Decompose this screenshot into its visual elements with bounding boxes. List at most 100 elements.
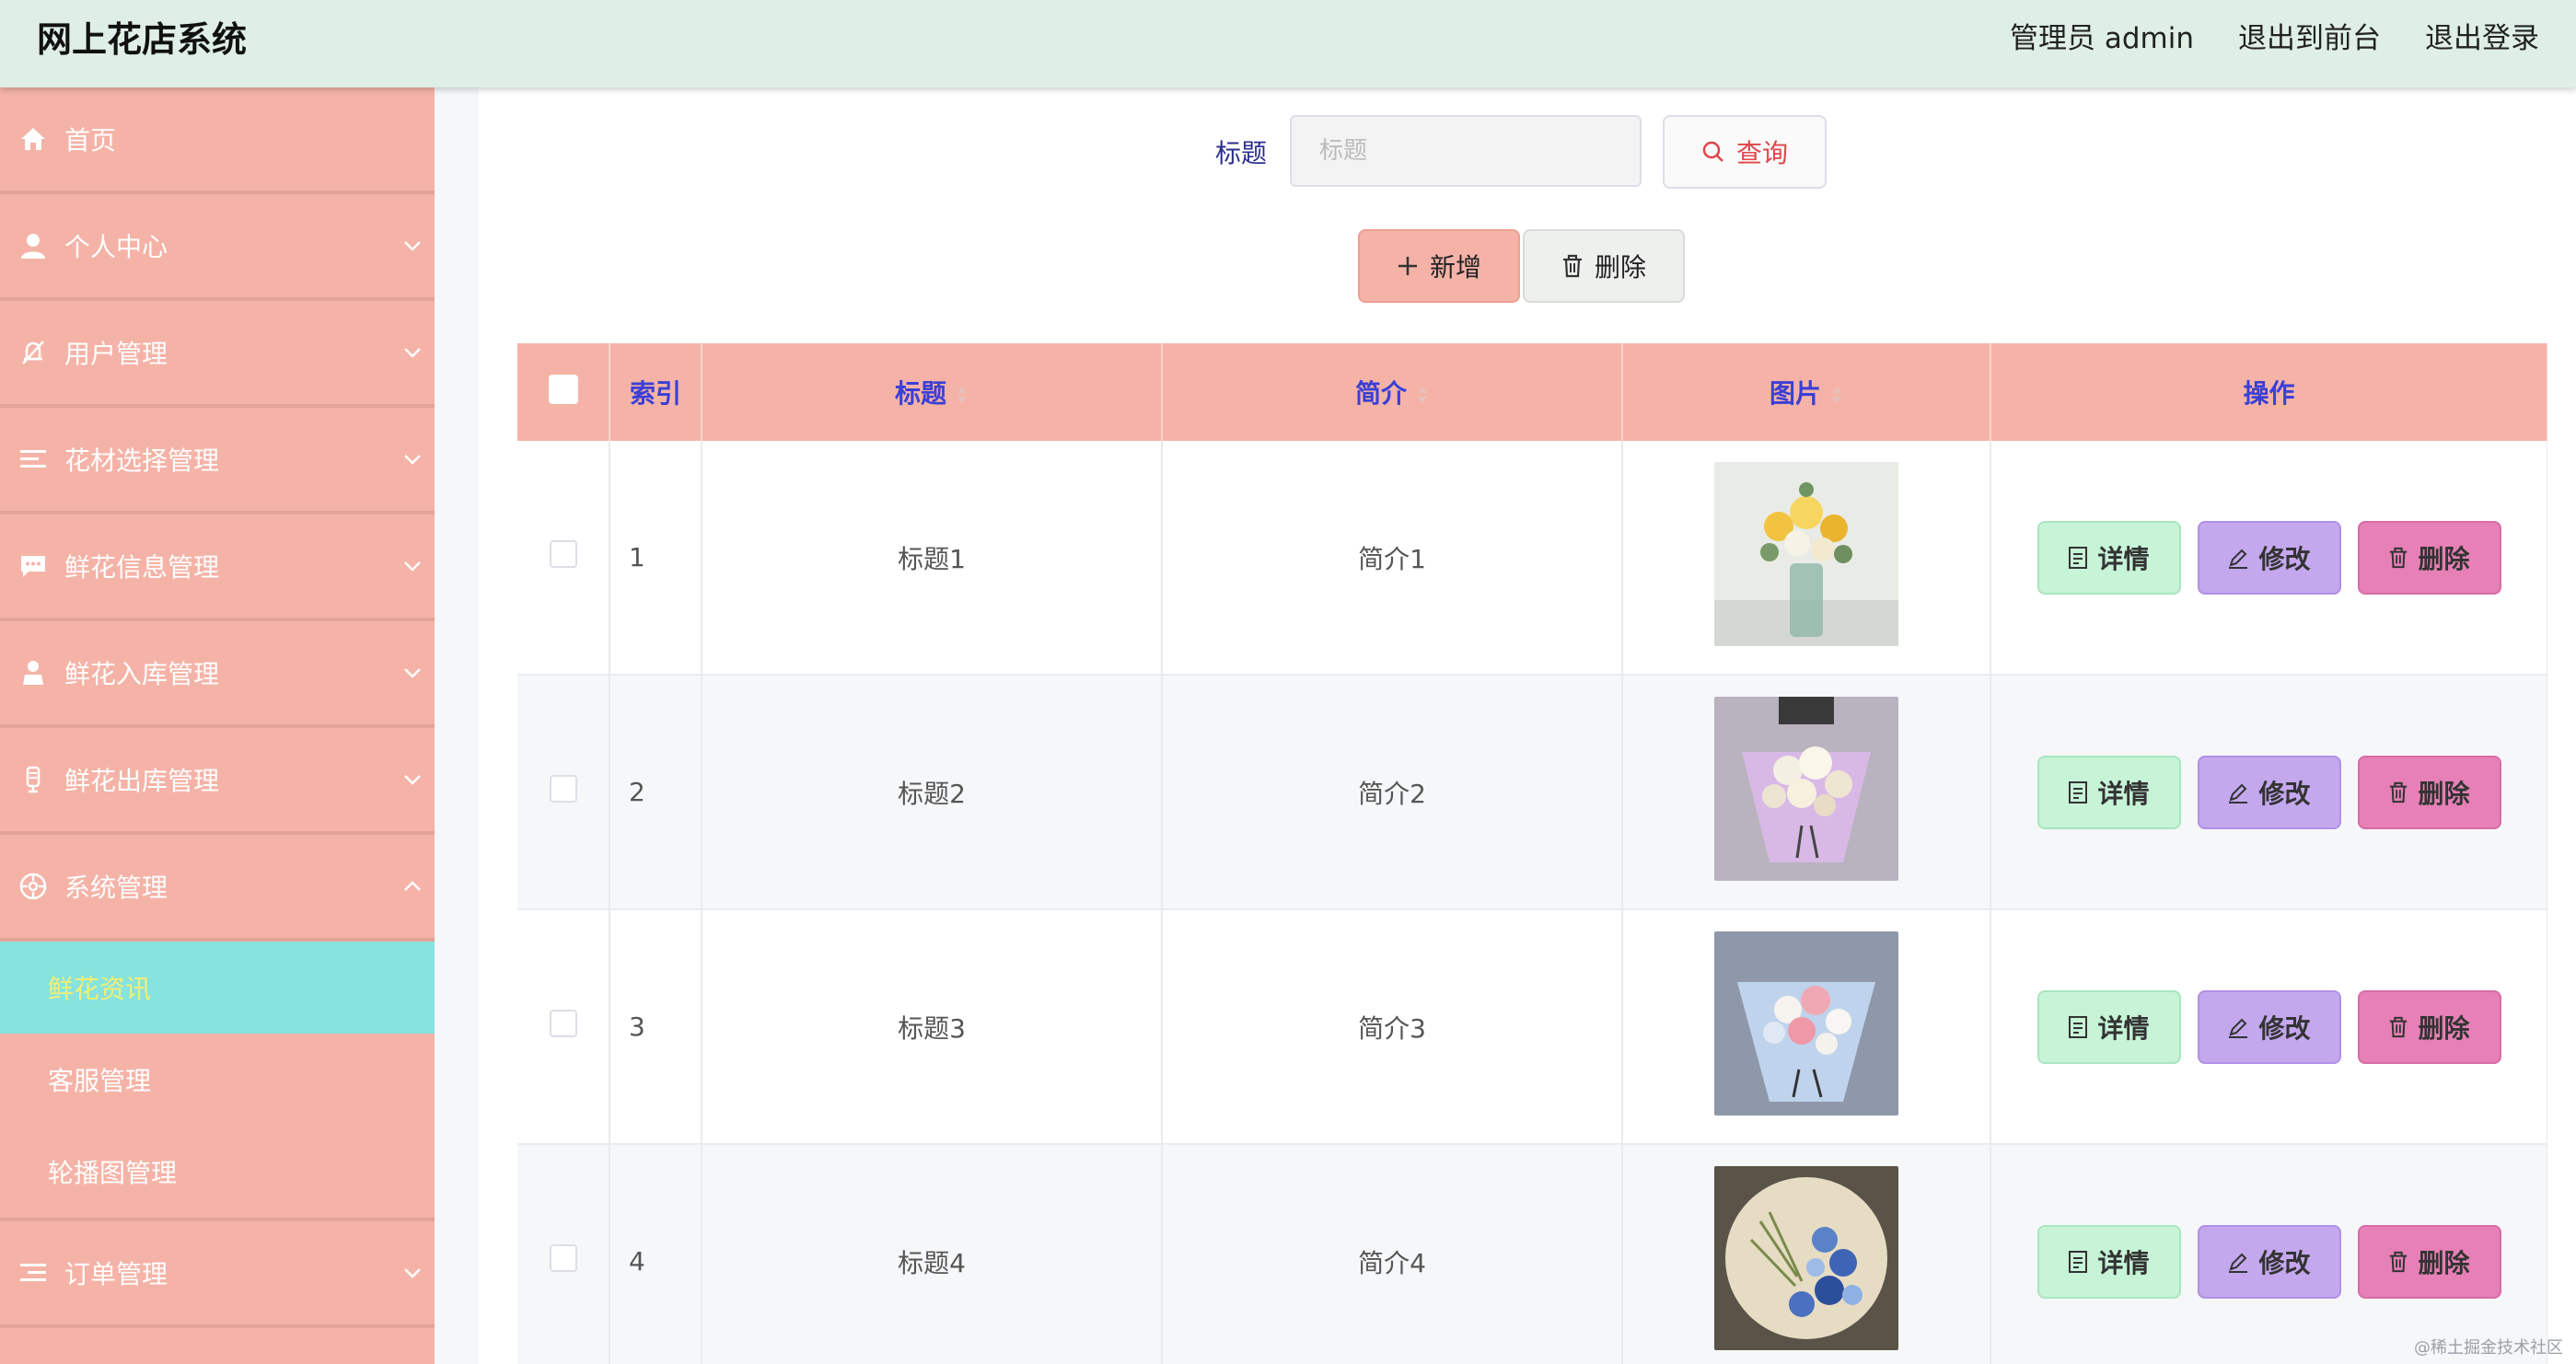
search-icon	[1702, 141, 1723, 162]
detail-button[interactable]: 详情	[2036, 989, 2181, 1064]
search-label: 标题	[1215, 138, 1268, 168]
sidebar-item-flower-info[interactable]: 鲜花信息管理	[0, 514, 435, 621]
table-row: 4 标题4 简介4 详情 修改 删除	[517, 1144, 2547, 1364]
flower-thumbnail[interactable]	[1714, 462, 1898, 646]
sidebar-item-personal-center[interactable]: 个人中心	[0, 194, 435, 301]
row-intro: 简介3	[1162, 909, 1623, 1145]
document-icon	[2069, 780, 2088, 803]
flower-thumbnail[interactable]	[1714, 931, 1898, 1115]
detail-button[interactable]: 详情	[2036, 520, 2181, 595]
admin-user-link[interactable]: 管理员 admin	[2010, 15, 2194, 56]
sort-icon	[1832, 387, 1841, 403]
select-all-checkbox[interactable]	[548, 374, 578, 404]
search-input[interactable]	[1290, 115, 1642, 187]
delete-button[interactable]: 删除	[2357, 1224, 2501, 1299]
row-title: 标题3	[702, 909, 1163, 1145]
chevron-down-icon	[404, 455, 421, 465]
chevron-down-icon	[404, 668, 421, 678]
person-icon	[18, 658, 48, 688]
row-checkbox[interactable]	[549, 1010, 577, 1037]
trash-icon	[2390, 1251, 2408, 1272]
list-icon	[18, 445, 48, 474]
top-header: 网上花店系统 管理员 admin 退出到前台 退出登录	[0, 0, 2576, 87]
trash-icon	[2390, 547, 2408, 568]
flower-thumbnail[interactable]	[1714, 697, 1898, 881]
delete-button[interactable]: 删除	[2357, 520, 2501, 595]
pencil-icon	[2229, 1018, 2248, 1038]
sidebar-subitem-carousel[interactable]: 轮播图管理	[0, 1126, 435, 1218]
detail-button[interactable]: 详情	[2036, 1224, 2181, 1299]
logout-link[interactable]: 退出登录	[2425, 15, 2539, 56]
row-index: 2	[609, 675, 702, 910]
bell-off-icon	[18, 338, 48, 367]
trash-icon	[2390, 1016, 2408, 1037]
sidebar-item-system-management[interactable]: 系统管理	[0, 835, 435, 942]
edit-button[interactable]: 修改	[2197, 755, 2341, 829]
sidebar-subitem-customer-service[interactable]: 客服管理	[0, 1034, 435, 1126]
mic-icon	[18, 765, 48, 794]
query-button[interactable]: 查询	[1663, 115, 1827, 189]
row-index: 3	[609, 909, 702, 1145]
column-header-intro[interactable]: 简介	[1162, 343, 1623, 441]
gear-icon	[18, 872, 48, 901]
batch-delete-button[interactable]: 删除	[1523, 229, 1685, 303]
home-icon	[18, 124, 48, 154]
document-icon	[2069, 546, 2088, 569]
pencil-icon	[2229, 783, 2248, 803]
edit-button[interactable]: 修改	[2197, 1224, 2341, 1299]
sidebar-subitem-flower-news[interactable]: 鲜花资讯	[0, 942, 435, 1034]
sort-icon	[1418, 387, 1427, 403]
delete-button[interactable]: 删除	[2357, 989, 2501, 1064]
chat-icon	[18, 551, 48, 581]
chevron-down-icon	[404, 775, 421, 785]
delete-button[interactable]: 删除	[2357, 755, 2501, 829]
row-checkbox[interactable]	[549, 1244, 577, 1272]
plus-icon	[1398, 257, 1417, 275]
user-icon	[18, 231, 48, 260]
sidebar-item-flower-stock-in[interactable]: 鲜花入库管理	[0, 621, 435, 728]
row-checkbox[interactable]	[549, 775, 577, 803]
column-header-index: 索引	[609, 343, 702, 441]
header-links: 管理员 admin 退出到前台 退出登录	[2010, 15, 2539, 56]
row-title: 标题2	[702, 675, 1163, 910]
sort-icon	[957, 387, 967, 403]
row-checkbox[interactable]	[549, 540, 577, 568]
table-header-row: 索引 标题 简介 图片 操作	[517, 343, 2547, 441]
document-icon	[2069, 1250, 2088, 1273]
column-header-actions: 操作	[1990, 343, 2547, 441]
column-header-title[interactable]: 标题	[702, 343, 1163, 441]
chevron-down-icon	[404, 1268, 421, 1278]
document-icon	[2069, 1015, 2088, 1038]
sidebar-item-material-selection[interactable]: 花材选择管理	[0, 408, 435, 514]
row-title: 标题4	[702, 1144, 1163, 1364]
edit-button[interactable]: 修改	[2197, 989, 2341, 1064]
chevron-down-icon	[404, 348, 421, 358]
data-table: 索引 标题 简介 图片 操作 1 标题1 简介1 详情 修改 删除 2 标题2 …	[517, 343, 2547, 1364]
sidebar-item-flower-stock-out[interactable]: 鲜花出库管理	[0, 728, 435, 835]
row-intro: 简介1	[1162, 441, 1623, 676]
detail-button[interactable]: 详情	[2036, 755, 2181, 829]
row-index: 4	[609, 1144, 702, 1364]
chevron-up-icon	[404, 881, 421, 891]
column-header-image[interactable]: 图片	[1622, 343, 1991, 441]
exit-to-frontend-link[interactable]: 退出到前台	[2238, 15, 2381, 56]
row-intro: 简介4	[1162, 1144, 1623, 1364]
sidebar-item-home[interactable]: 首页	[0, 87, 435, 194]
pencil-icon	[2229, 549, 2248, 569]
trash-icon	[1562, 254, 1582, 278]
row-index: 1	[609, 441, 702, 676]
table-row: 3 标题3 简介3 详情 修改 删除	[517, 909, 2547, 1145]
sidebar-item-user-management[interactable]: 用户管理	[0, 301, 435, 408]
sidebar-item-order-management[interactable]: 订单管理	[0, 1218, 435, 1328]
chevron-down-icon	[404, 241, 421, 251]
row-title: 标题1	[702, 441, 1163, 676]
trash-icon	[2390, 781, 2408, 803]
edit-button[interactable]: 修改	[2197, 520, 2341, 595]
add-button[interactable]: 新增	[1358, 229, 1520, 303]
chevron-down-icon	[404, 561, 421, 572]
flower-thumbnail[interactable]	[1714, 1166, 1898, 1350]
main-content: 标题 查询 新增 删除 索引 标题 简介 图片 操作	[479, 87, 2576, 1364]
row-intro: 简介2	[1162, 675, 1623, 910]
app-title: 网上花店系统	[37, 19, 248, 60]
table-row: 2 标题2 简介2 详情 修改 删除	[517, 675, 2547, 910]
